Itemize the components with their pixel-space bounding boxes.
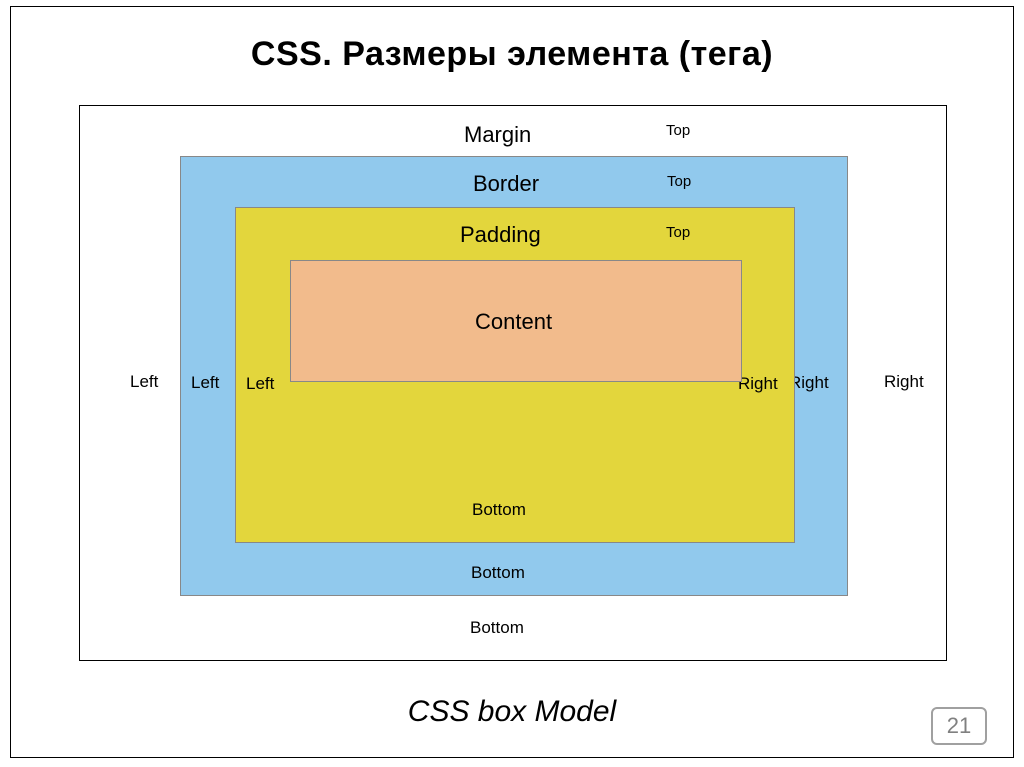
page-number: 21 bbox=[931, 707, 987, 745]
padding-right-label: Right bbox=[738, 374, 778, 394]
border-top-label: Top bbox=[667, 173, 691, 190]
content-layer: Content bbox=[290, 260, 742, 382]
slide-caption: CSS box Model bbox=[11, 695, 1013, 729]
margin-top-label: Top bbox=[666, 122, 690, 139]
content-label: Content bbox=[475, 309, 552, 335]
border-left-label: Left bbox=[191, 373, 219, 393]
padding-bottom-label: Bottom bbox=[472, 500, 526, 520]
border-label: Border bbox=[473, 171, 539, 197]
margin-label: Margin bbox=[464, 122, 531, 148]
padding-top-label: Top bbox=[666, 224, 690, 241]
slide-title: CSS. Размеры элемента (тега) bbox=[11, 35, 1013, 74]
border-bottom-label: Bottom bbox=[471, 563, 525, 583]
padding-layer: Padding Top Left Right Bottom Content bbox=[235, 207, 795, 543]
padding-left-label: Left bbox=[246, 374, 274, 394]
box-model-diagram: Margin Top Left Right Bottom Border Top … bbox=[79, 105, 947, 661]
slide-frame: CSS. Размеры элемента (тега) Margin Top … bbox=[10, 6, 1014, 758]
border-layer: Border Top Left Right Bottom Padding Top… bbox=[180, 156, 848, 596]
padding-label: Padding bbox=[460, 222, 541, 248]
margin-left-label: Left bbox=[130, 372, 158, 392]
margin-bottom-label: Bottom bbox=[470, 618, 524, 638]
margin-right-label: Right bbox=[884, 372, 924, 392]
